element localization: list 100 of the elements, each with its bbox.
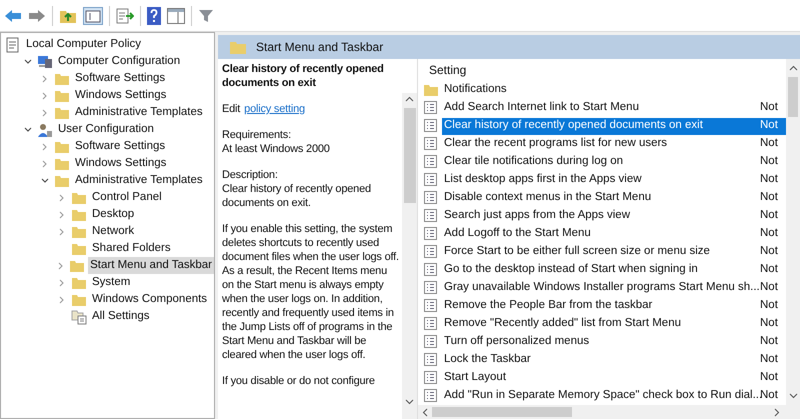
forward-arrow-icon[interactable] (28, 8, 46, 22)
setting-state: Not (760, 316, 779, 332)
collapsed-chevron-icon[interactable] (58, 194, 66, 202)
vertical-scrollbar[interactable] (402, 93, 417, 419)
setting-row[interactable]: Notifications (442, 82, 786, 98)
setting-row[interactable]: Add Search Internet link to Start Menu Not (442, 100, 786, 116)
tree-item[interactable]: Windows Settings (73, 86, 168, 104)
tree-item[interactable]: Shared Folders (90, 240, 173, 258)
collapsed-chevron-icon[interactable] (41, 108, 49, 116)
collapsed-chevron-icon[interactable] (41, 160, 49, 168)
setting-list-icon (423, 208, 439, 224)
setting-state: Not (760, 244, 779, 260)
collapsed-chevron-icon[interactable] (58, 210, 66, 218)
tree-item[interactable]: Start Menu and Taskbar (88, 256, 214, 274)
setting-name: Lock the Taskbar (444, 352, 532, 368)
setting-list-icon (423, 334, 439, 350)
tree-item[interactable]: Administrative Templates (73, 172, 205, 190)
tree-item[interactable]: User Configuration (56, 120, 156, 138)
setting-row[interactable]: Clear tile notifications during log on Not (442, 154, 786, 170)
setting-list-icon (423, 118, 439, 134)
setting-row[interactable]: Disable context menus in the Start Menu Not (442, 190, 786, 206)
setting-row[interactable]: Add "Run in Separate Memory Space" check box to Run dial...Not (442, 388, 786, 404)
scroll-down-icon[interactable] (405, 399, 414, 405)
properties-pane-icon[interactable] (167, 8, 185, 24)
tree-item[interactable]: All Settings (90, 308, 152, 326)
setting-row[interactable]: Add Logoff to the Start Menu Not (442, 226, 786, 242)
setting-row[interactable]: Search just apps from the Apps view Not (442, 208, 786, 224)
setting-name: Remove the People Bar from the taskbar (444, 298, 654, 314)
setting-row[interactable]: Gray unavailable Windows Installer programs Start Menu sh...Not (442, 280, 786, 296)
scroll-thumb[interactable] (432, 407, 572, 417)
tree-item[interactable]: Software Settings (73, 70, 168, 88)
scroll-thumb[interactable] (404, 108, 416, 203)
setting-list-icon (423, 136, 439, 152)
setting-name: Go to the desktop instead of Start when signing in (444, 262, 699, 278)
setting-state: Not (760, 262, 779, 278)
setting-state: Not (760, 172, 779, 188)
tree-item[interactable]: Windows Components (90, 290, 210, 308)
setting-row[interactable]: List desktop apps first in the Apps view Not (442, 172, 786, 188)
tree-item[interactable]: Administrative Templates (73, 104, 205, 122)
tree-item[interactable]: Control Panel (90, 188, 164, 206)
policy-setting-link[interactable]: policy setting (244, 102, 305, 116)
horizontal-scrollbar[interactable] (418, 405, 800, 419)
expanded-chevron-icon[interactable] (24, 126, 32, 134)
collapsed-chevron-icon[interactable] (58, 228, 66, 236)
back-arrow-icon[interactable] (4, 8, 22, 22)
collapsed-chevron-icon[interactable] (41, 74, 49, 82)
setting-row[interactable]: Remove the People Bar from the taskbar Not (442, 298, 786, 314)
setting-row[interactable]: Start Layout Not (442, 370, 786, 386)
setting-list-icon (423, 262, 439, 278)
setting-name: Add Logoff to the Start Menu (444, 226, 592, 242)
setting-name: List desktop apps first in the Apps view (444, 172, 643, 188)
collapsed-chevron-icon[interactable] (41, 142, 49, 150)
description-paragraph: If you enable this setting, the system deletes shortcuts to recently used document files when the user logs off. As a result, the Recent Items menu on the Start menu is always empty when the user logs on. In addition, recently and frequently used items in the Jump Lists off of programs in the Start Menu and Taskbar will be cleared when the user logs off. (222, 222, 400, 362)
description-paragraph: If you disable or do not configure (222, 374, 376, 388)
tree-item[interactable]: Windows Settings (73, 154, 168, 172)
setting-list-icon (423, 298, 439, 314)
setting-name: Gray unavailable Windows Installer programs Start Menu sh... (444, 280, 760, 296)
tree-item[interactable]: Network (90, 222, 136, 240)
setting-list-icon (423, 226, 439, 242)
setting-row[interactable]: Clear the recent programs list for new users Not (442, 136, 786, 152)
export-list-icon[interactable] (116, 8, 134, 24)
panel-toggle-icon[interactable] (83, 6, 103, 24)
collapsed-chevron-icon[interactable] (58, 296, 66, 304)
setting-name: Remove "Recently added" list from Start Menu (444, 316, 682, 332)
tree-item[interactable]: Desktop (90, 206, 136, 224)
tree-item[interactable]: Software Settings (73, 138, 168, 156)
setting-list-icon (423, 316, 439, 332)
folder-icon (423, 82, 439, 98)
scroll-left-icon[interactable] (422, 408, 428, 416)
collapsed-chevron-icon[interactable] (41, 92, 49, 100)
setting-row[interactable]: Go to the desktop instead of Start when signing in Not (442, 262, 786, 278)
help-icon[interactable] (147, 6, 161, 24)
setting-name: Disable context menus in the Start Menu (444, 190, 652, 206)
setting-state: Not (760, 334, 779, 350)
scroll-up-icon[interactable] (788, 65, 798, 71)
tree-item[interactable]: Local Computer Policy (24, 36, 144, 54)
setting-row[interactable]: Clear history of recently opened documents on exit Not (442, 118, 786, 134)
setting-row[interactable]: Turn off personalized menus Not (442, 334, 786, 350)
tree-item[interactable]: System (90, 274, 132, 292)
description-paragraph: Requirements: At least Windows 2000 (222, 128, 331, 156)
collapsed-chevron-icon[interactable] (57, 262, 66, 270)
filter-icon[interactable] (198, 8, 214, 24)
scroll-right-icon[interactable] (774, 408, 780, 416)
scroll-up-icon[interactable] (405, 96, 414, 102)
setting-state: Not (760, 280, 779, 296)
scroll-down-icon[interactable] (788, 393, 798, 399)
column-header[interactable]: Setting (429, 61, 466, 81)
setting-row[interactable]: Remove "Recently added" list from Start Menu Not (442, 316, 786, 332)
settings-folder-icon (71, 308, 87, 324)
collapsed-chevron-icon[interactable] (58, 278, 66, 286)
expanded-chevron-icon[interactable] (41, 176, 49, 184)
setting-row[interactable]: Lock the Taskbar Not (442, 352, 786, 368)
setting-list-icon (423, 100, 439, 116)
setting-name: Add Search Internet link to Start Menu (444, 100, 640, 116)
vertical-scrollbar[interactable] (786, 59, 800, 405)
expanded-chevron-icon[interactable] (24, 58, 32, 66)
scroll-thumb[interactable] (788, 77, 798, 117)
setting-row[interactable]: Force Start to be either full screen size or menu size Not (442, 244, 786, 260)
setting-name: Clear the recent programs list for new users (444, 136, 668, 152)
tree-item[interactable]: Computer Configuration (56, 52, 182, 70)
